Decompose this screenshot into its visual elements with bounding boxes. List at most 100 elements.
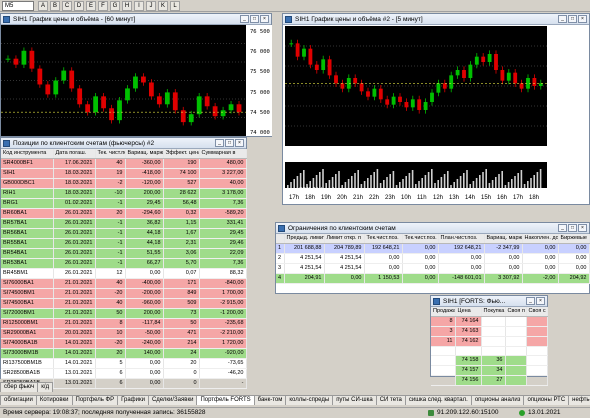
table-row[interactable]: 1 201 688,88 204 789,89 192 648,21 0,00 192 6… <box>276 243 590 254</box>
positions-table[interactable]: Код инструментаДата погаш.Тек. чист.поз.… <box>1 149 247 389</box>
table-row[interactable]: RIH1 18.03.2021 -10 200,00 28 622 3 178,00 <box>1 188 247 199</box>
column-header[interactable]: Своя с <box>526 307 548 317</box>
column-header[interactable]: Своя п <box>505 307 527 317</box>
column-header[interactable]: Эффект. цена <box>163 149 200 159</box>
table-row[interactable]: 4 204,91 0,00 1 150,53 0,00 -148 601,01 3 307,… <box>276 273 590 284</box>
toolbar-button[interactable]: E <box>86 1 96 11</box>
table-row[interactable]: SR29000BA1 20.01.2021 10 -50,00 471 -2 210,00 <box>1 328 247 339</box>
column-header[interactable]: Предыд. лимит <box>284 234 325 244</box>
workspace-tab[interactable]: Графики <box>117 395 149 405</box>
table-row[interactable]: BR60BA1 26.01.2021 20 -294,60 0,32 -589,20 <box>1 208 247 219</box>
workspace-tab[interactable]: СИ тета <box>375 395 406 405</box>
minimize-button[interactable]: _ <box>215 139 224 147</box>
volume-chart[interactable] <box>285 162 547 188</box>
positions-titlebar[interactable]: Позиции по клиентским счетам (фьючерсы) … <box>1 138 246 149</box>
order-book-row[interactable]: 74 157 34 <box>431 365 548 376</box>
toolbar-button[interactable]: L <box>170 1 180 11</box>
workspace-tab[interactable]: Сделки/Заявки <box>147 395 198 405</box>
order-book-row[interactable] <box>431 346 548 356</box>
table-row[interactable]: SI74500BA1 21.01.2021 40 -960,00 509 -2 915,0… <box>1 298 247 309</box>
table-row[interactable]: SI72000BM1 21.01.2021 50 200,00 73 -1 200,00 <box>1 308 247 319</box>
maximize-button[interactable]: □ <box>250 15 259 23</box>
interval-select[interactable]: M5 <box>2 1 34 11</box>
order-book-row[interactable]: 8 74 164 <box>431 316 548 327</box>
close-button[interactable]: × <box>578 224 587 232</box>
close-button[interactable]: × <box>578 15 587 23</box>
table-row[interactable]: SI73000BM1B 14.01.2021 20 140,00 24 -920,00 <box>1 348 247 359</box>
order-book-row[interactable]: 3 74 163 <box>431 326 548 337</box>
column-header[interactable]: Тек. чист.поз. <box>95 149 126 159</box>
workspace-tab[interactable]: сбер фьюч <box>0 382 39 392</box>
maximize-button[interactable]: □ <box>568 15 577 23</box>
table-row[interactable]: RI125000BM1 21.01.2021 8 -117,84 50 -235,68 <box>1 318 247 329</box>
column-header[interactable]: Тек.чист.поз. <box>364 234 403 244</box>
table-row[interactable]: BR55BA1 26.01.2021 -1 44,18 2,31 29,46 <box>1 238 247 249</box>
toolbar-button[interactable]: F <box>98 1 108 11</box>
workspace-tab[interactable]: коллы-спреды <box>285 395 334 405</box>
column-header[interactable]: Код инструмента <box>1 149 54 159</box>
workspace-tab[interactable]: Котировки <box>35 395 73 405</box>
order-book-row[interactable]: 74 158 36 <box>431 355 548 366</box>
column-header[interactable]: Суммарная в <box>199 149 247 159</box>
toolbar-button[interactable]: B <box>50 1 60 11</box>
table-row[interactable]: BR45BM1 26.01.2021 12 0,00 0,07 88,32 <box>1 268 247 279</box>
table-row[interactable]: RI137500BM1B 14.01.2021 5 0,00 20 -73,65 <box>1 358 247 369</box>
close-button[interactable]: × <box>260 15 269 23</box>
column-header[interactable]: Лимит откр. п <box>324 234 365 244</box>
toolbar-button[interactable]: C <box>62 1 72 11</box>
order-book-titlebar[interactable]: SIH1 [FORTS: Фью... _ × <box>431 296 547 307</box>
workspace-tab[interactable]: Портфель FORTS <box>196 395 255 405</box>
minimize-button[interactable]: _ <box>526 297 535 305</box>
minimize-button[interactable]: _ <box>558 15 567 23</box>
close-button[interactable]: × <box>235 139 244 147</box>
chart-window-titlebar[interactable]: SIH1 График цены и объёма - [60 минут] _… <box>1 14 271 25</box>
table-row[interactable]: BR56BA1 26.01.2021 -1 44,18 1,67 29,45 <box>1 228 247 239</box>
workspace-tab[interactable]: опционы анализ <box>470 395 525 405</box>
limits-titlebar[interactable]: Ограничения по клиентским счетам _ □ × <box>276 223 589 234</box>
workspace-tab[interactable]: путы СИ-шка <box>332 395 377 405</box>
column-header[interactable]: Накоплен. доход <box>522 234 559 244</box>
limits-table[interactable]: Предыд. лимит Лимит откр. п Тек.чист.поз. Т… <box>276 234 590 284</box>
table-row[interactable]: SI74000BA1B 14.01.2021 -20 -240,00 214 1 720,… <box>1 338 247 349</box>
maximize-button[interactable]: □ <box>225 139 234 147</box>
table-row[interactable]: GB000DBC1 18.03.2021 -2 -120,00 527 40,00 <box>1 178 247 189</box>
maximize-button[interactable]: □ <box>568 224 577 232</box>
column-header[interactable]: Цена <box>455 307 482 317</box>
table-row[interactable]: SI76000BA1 21.01.2021 40 -400,00 171 -840,00 <box>1 278 247 289</box>
table-row[interactable]: BR54BA1 26.01.2021 -1 51,55 3,06 22,09 <box>1 248 247 259</box>
column-header[interactable]: Продажа <box>431 307 456 317</box>
column-header[interactable]: Вариац. маржа <box>484 234 523 244</box>
column-header[interactable]: Вариац. маржа <box>125 149 164 159</box>
order-book-table[interactable]: Продажа Цена Покупка Своя п Своя с 8 74 164 3 74… <box>431 307 548 386</box>
column-header[interactable]: Покупка <box>481 307 506 317</box>
column-header[interactable]: Тек.чист.поз. <box>402 234 439 244</box>
toolbar-button[interactable]: K <box>158 1 168 11</box>
minimize-button[interactable]: _ <box>240 15 249 23</box>
workspace-tab[interactable]: нефть-... <box>568 395 590 405</box>
table-row[interactable]: 34 251,54 4 251,54 0,00 0,00 0,00 0,00 0,00 0,0… <box>276 263 590 274</box>
table-row[interactable]: SR28500BA1B 13.01.2021 6 0,00 0 -46,20 <box>1 368 247 379</box>
column-header[interactable]: Дата погаш. <box>53 149 96 159</box>
table-row[interactable]: BR53BA1 26.01.2021 -1 66,27 5,70 7,36 <box>1 258 247 269</box>
order-book-row[interactable]: 11 74 162 <box>431 336 548 347</box>
workspace-tab[interactable]: сишка след. квартал. <box>404 395 472 405</box>
table-row[interactable]: 24 251,54 4 251,54 0,00 0,00 0,00 0,00 0,00 0,0… <box>276 253 590 264</box>
table-row[interactable]: SI74500BM1 21.01.2021 -20 -200,00 849 1 700,0… <box>1 288 247 299</box>
toolbar-button[interactable]: I <box>134 1 144 11</box>
workspace-tab[interactable]: облигации <box>0 395 37 405</box>
price-chart-5min[interactable] <box>285 26 547 161</box>
column-header[interactable]: План.чист.поз. <box>438 234 485 244</box>
workspace-tab[interactable]: опционы РТС <box>523 395 570 405</box>
chart-window-titlebar[interactable]: SIH1 График цены и объёма #2 - [5 минут]… <box>283 14 589 25</box>
toolbar-button[interactable]: G <box>110 1 120 11</box>
table-row[interactable]: SIH1 18.03.2021 19 -418,00 74 100 3 227,00 <box>1 168 247 179</box>
toolbar-button[interactable]: J <box>146 1 156 11</box>
column-header[interactable] <box>276 234 285 244</box>
table-row[interactable]: BR57BA1 26.01.2021 -1 36,82 1,15 331,41 <box>1 218 247 229</box>
toolbar-button[interactable]: H <box>122 1 132 11</box>
workspace-tab[interactable]: Портфель ФР <box>71 395 119 405</box>
table-row[interactable]: SR4000BF1 17.06.2021 40 -360,00 190 480,00 <box>1 158 247 169</box>
toolbar-button[interactable]: D <box>74 1 84 11</box>
column-header[interactable]: Биржевые <box>558 234 590 244</box>
table-row[interactable]: BRG1 01.02.2021 -1 29,45 56,48 7,36 <box>1 198 247 209</box>
